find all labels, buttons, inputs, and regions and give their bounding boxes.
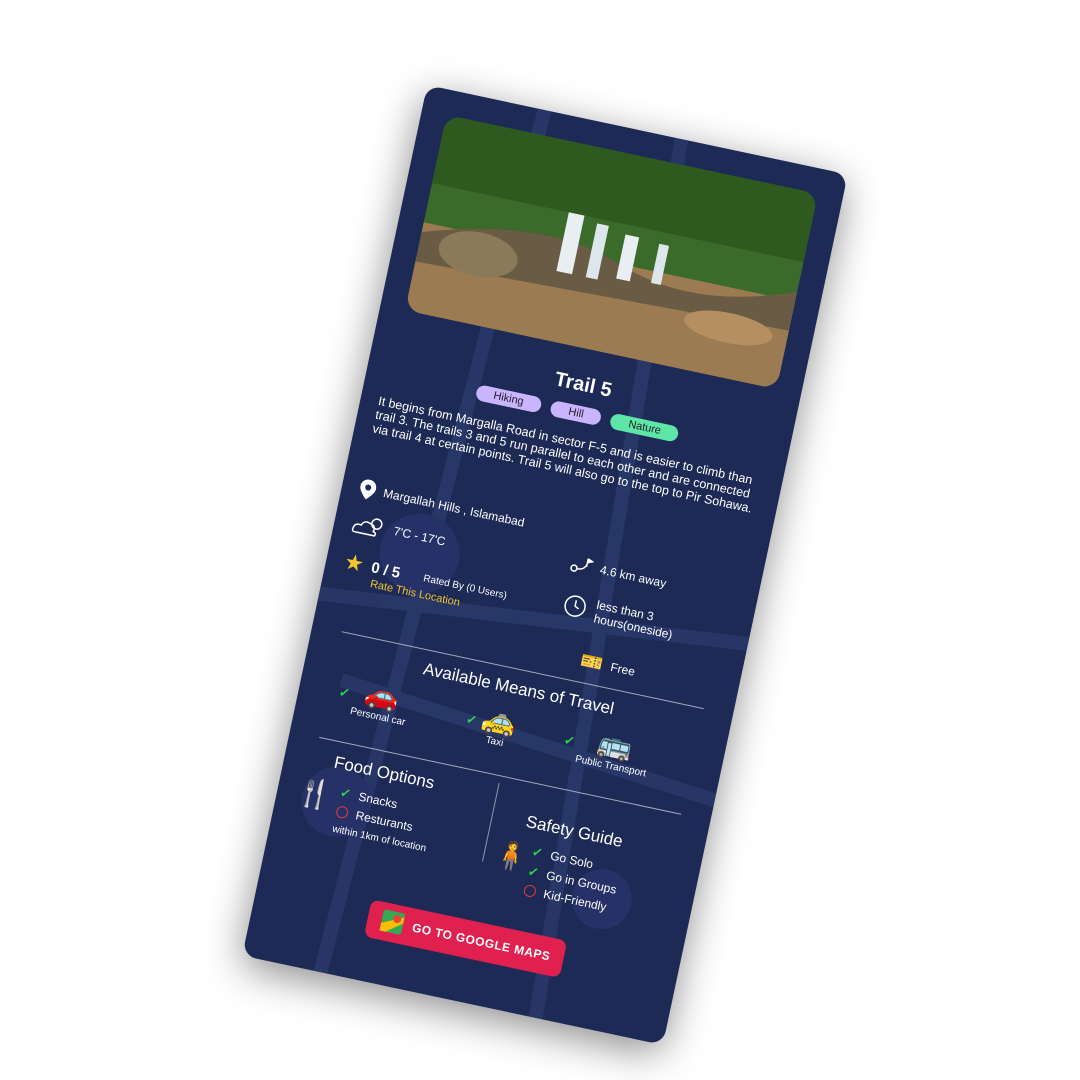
google-maps-icon	[378, 908, 405, 937]
taxi-icon: 🚕	[478, 701, 520, 740]
trail-detail-card: Trail 5 Hiking Hill Nature It begins fro…	[242, 85, 848, 1045]
check-icon: ✓	[562, 731, 577, 749]
clock-icon	[560, 591, 591, 622]
check-icon: ✓	[526, 863, 541, 881]
check-icon: ✓	[338, 784, 353, 802]
star-icon: ★	[341, 548, 367, 578]
cross-icon	[335, 805, 350, 820]
route-flag-icon	[569, 554, 595, 578]
utensils-icon: 🍴	[294, 774, 336, 813]
location-pin-icon	[358, 478, 378, 501]
price-text: Free	[609, 659, 637, 679]
check-icon: ✓	[337, 684, 352, 702]
cross-icon	[522, 883, 538, 899]
ticket-icon: 🎫	[579, 649, 606, 675]
safety-person-icon: 🧍	[490, 837, 532, 875]
check-icon: ✓	[464, 711, 479, 729]
check-icon: ✓	[530, 843, 545, 861]
